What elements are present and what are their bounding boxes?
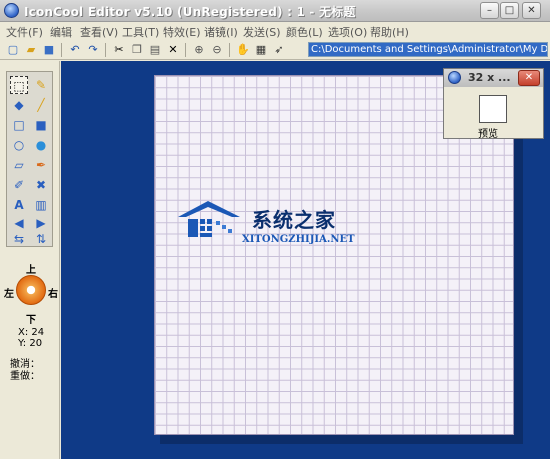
app-icon (4, 3, 19, 18)
copy-icon[interactable]: ❐ (130, 43, 144, 57)
ellipse-outline-icon[interactable]: ○ (10, 136, 28, 154)
text-icon[interactable]: A (10, 196, 28, 214)
dpad-up-label[interactable]: 上 (26, 261, 36, 276)
rect-filled-icon[interactable]: ■ (32, 116, 50, 134)
toolbar-separator (61, 43, 62, 57)
preview-thumbnail (479, 95, 507, 123)
watermark-title: 系统之家 (252, 208, 336, 232)
dpad-right-label[interactable]: 右 (48, 285, 58, 300)
toolbar-separator (105, 43, 106, 57)
open-icon[interactable]: ▰ (24, 43, 38, 57)
pointer-icon[interactable]: ➶ (272, 43, 286, 57)
menu-edit[interactable]: 编辑 (50, 24, 72, 40)
toolbox: ⬚ ✎ ◆ ╱ □ ■ ○ ● ▱ ✒ ✐ ✖ A ▥ ◀ ▶ ⇆ ⇅ (6, 71, 53, 247)
preview-app-icon (448, 71, 461, 84)
zoom-in-icon[interactable]: ⊕ (192, 43, 206, 57)
rotate-icon[interactable]: ⇆ (10, 230, 28, 248)
menu-help[interactable]: 帮助(H) (370, 24, 409, 40)
left-panel: ⬚ ✎ ◆ ╱ □ ■ ○ ● ▱ ✒ ✐ ✖ A ▥ ◀ ▶ ⇆ ⇅ 上 下 … (0, 61, 60, 459)
preview-close-button[interactable]: ✕ (518, 70, 540, 86)
preview-title-bar[interactable]: 32 x ... ✕ (444, 69, 543, 87)
toolbar-separator (185, 43, 186, 57)
path-field[interactable]: C:\Documents and Settings\Administrator\… (308, 42, 548, 57)
watermark-url: XITONGZHIJIA.NET (242, 234, 355, 245)
new-icon[interactable]: ▢ (6, 43, 20, 57)
pencil-icon[interactable]: ✎ (32, 76, 50, 94)
direction-pad[interactable]: 上 下 左 右 (4, 265, 58, 326)
delete-icon[interactable]: ✕ (166, 43, 180, 57)
paste-icon[interactable]: ▤ (148, 43, 162, 57)
preview-label: 预览 (478, 129, 498, 140)
pen-icon[interactable]: ✐ (10, 176, 28, 194)
watermark-house-logo (178, 201, 240, 237)
direction-pad-icon[interactable] (16, 275, 46, 305)
flip-icon[interactable]: ⇅ (32, 230, 50, 248)
redo-icon[interactable]: ↷ (86, 43, 100, 57)
preview-title: 32 x ... (468, 71, 511, 84)
rect-outline-icon[interactable]: □ (10, 116, 28, 134)
menu-options[interactable]: 选项(O) (328, 24, 367, 40)
menu-filters[interactable]: 诸镜(I) (204, 24, 238, 40)
menu-color[interactable]: 颜色(L) (286, 24, 323, 40)
menu-send[interactable]: 发送(S) (243, 24, 281, 40)
undo-icon[interactable]: ↶ (68, 43, 82, 57)
toolbar-separator (229, 43, 230, 57)
redo-label: 重做： (10, 371, 40, 382)
menu-file[interactable]: 文件(F) (6, 24, 43, 40)
crossed-tools-icon[interactable]: ✖ (32, 176, 50, 194)
dropper-icon[interactable]: ✒ (32, 156, 50, 174)
menu-view[interactable]: 查看(V) (80, 24, 118, 40)
coord-y: Y: 20 (18, 338, 43, 349)
ellipse-filled-icon[interactable]: ● (32, 136, 50, 154)
save-icon[interactable]: ■ (42, 43, 56, 57)
film-icon[interactable]: ▦ (254, 43, 268, 57)
minimize-button[interactable]: – (480, 2, 499, 19)
eraser-icon[interactable]: ▱ (10, 156, 28, 174)
menu-bar: 文件(F) 编辑 查看(V) 工具(T) 特效(E) 诸镜(I) 发送(S) 颜… (0, 22, 550, 40)
window-title: IconCool Editor v5.10 (UnRegistered) : 1… (24, 5, 356, 19)
select-tool-icon[interactable]: ⬚ (10, 76, 28, 94)
preview-window[interactable]: 32 x ... ✕ 预览 (443, 68, 544, 140)
title-bar: IconCool Editor v5.10 (UnRegistered) : 1… (0, 0, 550, 22)
dpad-left-label[interactable]: 左 (4, 285, 14, 300)
menu-effects[interactable]: 特效(E) (163, 24, 201, 40)
dpad-down-label[interactable]: 下 (26, 311, 36, 326)
menu-tools[interactable]: 工具(T) (122, 24, 159, 40)
hand-icon[interactable]: ✋ (236, 43, 250, 57)
cut-icon[interactable]: ✂ (112, 43, 126, 57)
zoom-out-icon[interactable]: ⊖ (210, 43, 224, 57)
maximize-button[interactable]: □ (500, 2, 519, 19)
brush-icon[interactable]: ╱ (32, 96, 50, 114)
gradient-icon[interactable]: ▥ (32, 196, 50, 214)
coord-x: X: 24 (18, 327, 45, 338)
close-button[interactable]: ✕ (522, 2, 541, 19)
path-text: C:\Documents and Settings\Administrator\… (309, 43, 547, 56)
fill-icon[interactable]: ◆ (10, 96, 28, 114)
